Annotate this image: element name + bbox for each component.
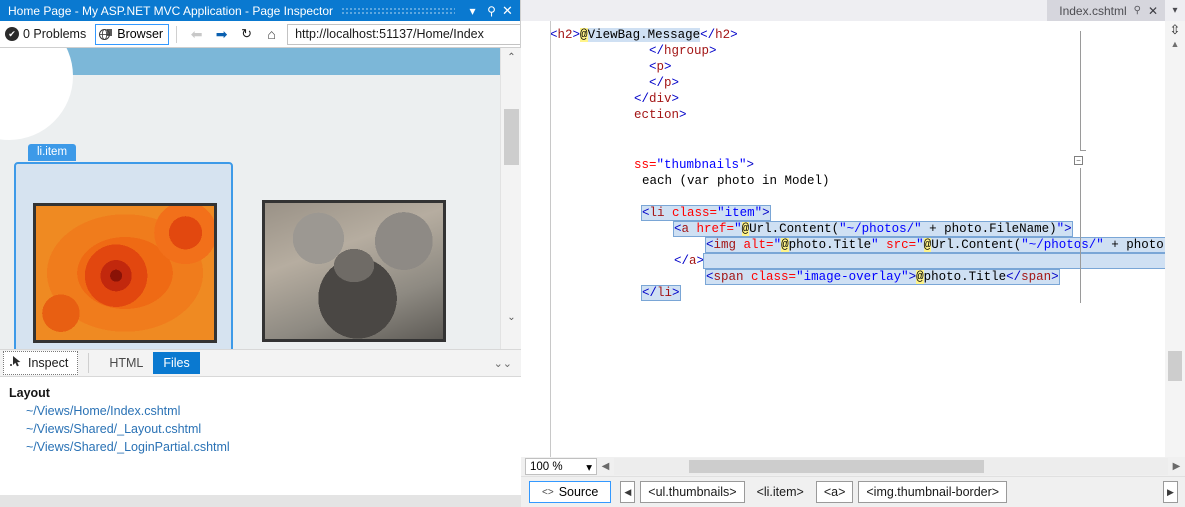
zoom-level-value: 100 %: [530, 461, 563, 473]
split-view-icon[interactable]: ⇳: [1165, 21, 1185, 39]
hscroll-thumb[interactable]: [689, 460, 984, 473]
page-inspector-panel: Home Page - My ASP.NET MVC Application -…: [0, 0, 521, 507]
close-icon[interactable]: ✕: [1148, 4, 1158, 18]
chevron-down-icon[interactable]: ▾: [586, 460, 592, 474]
url-text: http://localhost:51137/Home/Index: [295, 27, 484, 41]
toolbar-divider: [176, 26, 177, 43]
breadcrumb-item-a[interactable]: <a>: [816, 481, 854, 503]
code-line-4: </p>: [521, 75, 1165, 91]
code-line-span: <span class="image-overlay">@photo.Title…: [521, 269, 1165, 285]
code-line-a-close: </a>: [521, 253, 1165, 269]
code-line-5: </div>: [521, 91, 1165, 107]
flower-photo: [36, 206, 214, 340]
breadcrumb-item-ul-thumbnails[interactable]: <ul.thumbnails>: [640, 481, 744, 503]
file-link-loginpartial[interactable]: ~/Views/Shared/_LoginPartial.cshtml: [0, 436, 521, 454]
window-titlebar: Home Page - My ASP.NET MVC Application -…: [0, 0, 520, 21]
editor-scrollbar-thumb[interactable]: [1168, 351, 1182, 381]
code-collapse-toggle[interactable]: −: [1074, 156, 1083, 165]
tab-files[interactable]: Files: [153, 352, 199, 374]
browser-button[interactable]: Browser: [95, 24, 169, 45]
code-line-1: <h2>@ViewBag.Message</h2>: [521, 27, 1165, 43]
site-header-band: [0, 48, 500, 75]
forward-arrow-icon[interactable]: ➡: [209, 26, 234, 43]
code-line-6: ection>: [521, 107, 1165, 123]
code-line-3: <p>: [521, 59, 1165, 75]
code-line-thumbnails: ss="thumbnails">: [521, 157, 1165, 173]
triangle-up-icon[interactable]: ▲: [1165, 39, 1185, 55]
selection-badge: li.item: [28, 144, 76, 161]
code-block-brace-bottom: [1080, 168, 1086, 303]
zoom-level-combobox[interactable]: 100 % ▾: [525, 458, 597, 475]
pin-icon[interactable]: ⚲: [482, 4, 501, 18]
chevron-up-icon[interactable]: ⌃: [501, 48, 522, 67]
pin-icon[interactable]: ⚲: [1134, 5, 1141, 16]
thumbnail-koala[interactable]: [262, 200, 446, 342]
refresh-icon[interactable]: ↻: [234, 26, 259, 42]
problems-indicator[interactable]: ✔ 0 Problems: [5, 27, 86, 41]
chevron-down-icon[interactable]: ▾: [463, 4, 482, 18]
globe-icon: [99, 28, 113, 41]
editor-tab-index-cshtml[interactable]: Index.cshtml ⚲ ✕: [1047, 0, 1165, 21]
breadcrumb-bar: <> Source ◀ <ul.thumbnails> <li.item> <a…: [521, 476, 1185, 507]
code-line-foreach: each (var photo in Model): [521, 173, 1165, 189]
code-line-a-open: <a href="@Url.Content("~/photos/" + phot…: [521, 221, 1165, 237]
breadcrumb-item-li-item[interactable]: <li.item>: [750, 481, 811, 503]
close-icon[interactable]: ✕: [501, 3, 520, 19]
inspector-toolbar: ✔ 0 Problems Browser ⬅ ➡ ↻ ⌂: [0, 21, 520, 48]
editor-tabstrip: Index.cshtml ⚲ ✕ ▾: [521, 0, 1185, 21]
code-brackets-icon: <>: [542, 487, 554, 498]
triangle-left-icon[interactable]: ◀: [620, 481, 635, 503]
double-chevron-down-icon[interactable]: ⌄⌄: [494, 357, 512, 370]
tab-html[interactable]: HTML: [99, 352, 153, 374]
code-line-li-close: </li>: [521, 285, 1165, 301]
triangle-left-icon[interactable]: ◀: [597, 461, 614, 472]
preview-scrollbar-thumb[interactable]: [504, 109, 519, 165]
code-block-brace-top: [1080, 31, 1086, 151]
inspect-label: Inspect: [28, 356, 68, 370]
code-line-img: <img alt="@photo.Title" src="@Url.Conten…: [521, 237, 1165, 253]
code-content[interactable]: <h2>@ViewBag.Message</h2> </hgroup> <p> …: [521, 21, 1165, 457]
editor-tab-label: Index.cshtml: [1059, 4, 1126, 18]
chevron-down-icon[interactable]: ▾: [1165, 5, 1185, 16]
source-button[interactable]: <> Source: [529, 481, 611, 503]
code-line-2: </hgroup>: [521, 43, 1165, 59]
preview-scrollbar[interactable]: ⌃ ⌄: [500, 48, 521, 349]
editor-horizontal-scrollbar: 100 % ▾ ◀ ▶: [521, 457, 1185, 476]
check-circle-icon: ✔: [5, 27, 19, 41]
breadcrumb-item-img-thumbnail-border[interactable]: <img.thumbnail-border>: [858, 481, 1007, 503]
back-arrow-icon[interactable]: ⬅: [184, 26, 209, 43]
files-panel: Layout ~/Views/Home/Index.cshtml ~/Views…: [0, 377, 521, 495]
thumbnail-flower[interactable]: [33, 203, 217, 343]
editor-vertical-scrollbar[interactable]: ⇳ ▲: [1165, 21, 1185, 457]
triangle-right-icon[interactable]: ▶: [1168, 461, 1185, 472]
code-editor: Index.cshtml ⚲ ✕ ▾ <h2>@ViewBag.Message<…: [521, 0, 1185, 507]
problems-label: 0 Problems: [23, 27, 86, 41]
page-inspector-window: Home Page - My ASP.NET MVC Application -…: [0, 0, 1185, 507]
cursor-arrow-icon: [10, 355, 23, 371]
koala-photo: [265, 203, 443, 339]
file-link-index[interactable]: ~/Views/Home/Index.cshtml: [0, 400, 521, 418]
editor-gutter-rule: [550, 21, 551, 457]
inspector-tabs: Inspect HTML Files ⌄⌄: [0, 349, 521, 377]
source-button-label: Source: [559, 485, 599, 499]
triangle-right-icon[interactable]: ▶: [1163, 481, 1178, 503]
chevron-down-icon[interactable]: ⌄: [501, 308, 522, 327]
code-line-li-open: <li class="item">: [521, 205, 1165, 221]
file-link-layout[interactable]: ~/Views/Shared/_Layout.cshtml: [0, 418, 521, 436]
files-heading: Layout: [0, 377, 521, 400]
panel-bottom-strip: [0, 495, 521, 507]
browser-preview: li.item: [0, 48, 500, 349]
inspect-button[interactable]: Inspect: [3, 351, 78, 375]
url-bar[interactable]: http://localhost:51137/Home/Index: [287, 24, 520, 45]
window-title: Home Page - My ASP.NET MVC Application -…: [8, 4, 333, 18]
titlebar-drag-handle: [341, 7, 455, 14]
home-icon[interactable]: ⌂: [259, 26, 284, 42]
browser-button-label: Browser: [117, 27, 163, 41]
tabs-divider: [88, 353, 89, 373]
hscroll-track[interactable]: [614, 458, 1168, 475]
